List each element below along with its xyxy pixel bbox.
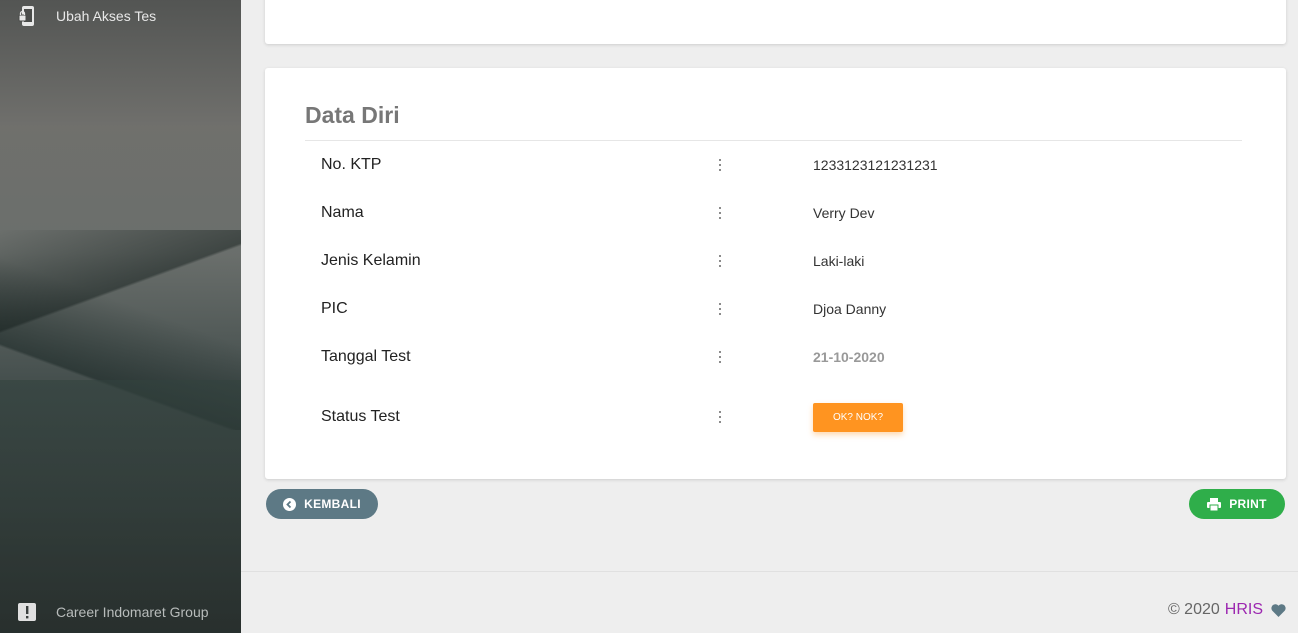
info-row: Jenis Kelamin Laki-laki <box>321 246 1242 276</box>
row-value: Verry Dev <box>813 205 875 221</box>
card-title-divider <box>305 140 1242 141</box>
row-label: Tanggal Test <box>321 348 411 365</box>
separator-dots-icon <box>715 411 725 423</box>
row-value: Djoa Danny <box>813 301 887 317</box>
back-button-label: KEMBALI <box>304 497 361 511</box>
footer-divider <box>241 571 1298 572</box>
back-button[interactable]: KEMBALI <box>266 489 378 519</box>
sidebar: Ubah Akses Tes Career Indomaret Group <box>0 0 241 633</box>
separator-dots-icon <box>715 207 725 219</box>
row-value: Laki-laki <box>813 253 865 269</box>
separator-dots-icon <box>715 159 725 171</box>
separator-dots-icon <box>715 351 725 363</box>
row-value: 21-10-2020 <box>813 349 885 365</box>
info-row: PIC Djoa Danny <box>321 294 1242 324</box>
print-button[interactable]: PRINT <box>1189 489 1285 519</box>
mobile-lock-icon <box>16 5 38 27</box>
row-label: No. KTP <box>321 156 382 173</box>
info-row: Nama Verry Dev <box>321 198 1242 228</box>
info-row: No. KTP 1233123121231231 <box>321 150 1242 180</box>
top-card <box>265 0 1286 44</box>
row-label: Status Test <box>321 408 400 425</box>
status-test-button[interactable]: OK? NOK? <box>813 402 903 432</box>
info-row: Status Test OK? NOK? <box>321 402 1242 432</box>
printer-icon <box>1207 497 1222 511</box>
sidebar-item-label: Career Indomaret Group <box>56 604 209 620</box>
back-arrow-icon <box>283 497 297 511</box>
print-button-label: PRINT <box>1229 497 1267 511</box>
card-title: Data Diri <box>305 102 400 128</box>
footer-brand-link[interactable]: HRIS <box>1225 601 1263 619</box>
footer: © 2020 HRIS <box>1168 601 1286 619</box>
row-value: 1233123121231231 <box>813 157 938 173</box>
separator-dots-icon <box>715 303 725 315</box>
sidebar-item-career[interactable]: Career Indomaret Group <box>16 596 209 628</box>
sidebar-item-label: Ubah Akses Tes <box>56 8 157 24</box>
sidebar-item-ubah-akses-tes[interactable]: Ubah Akses Tes <box>16 0 156 32</box>
row-label: PIC <box>321 300 348 317</box>
separator-dots-icon <box>715 255 725 267</box>
footer-copyright: © 2020 <box>1167 601 1220 618</box>
info-row: Tanggal Test 21-10-2020 <box>321 342 1242 372</box>
alert-icon <box>16 601 38 623</box>
row-label: Nama <box>321 204 364 221</box>
data-diri-card: Data Diri No. KTP 1233123121231231 Nama … <box>265 68 1286 479</box>
heart-icon <box>1271 603 1286 617</box>
row-label: Jenis Kelamin <box>321 252 421 269</box>
